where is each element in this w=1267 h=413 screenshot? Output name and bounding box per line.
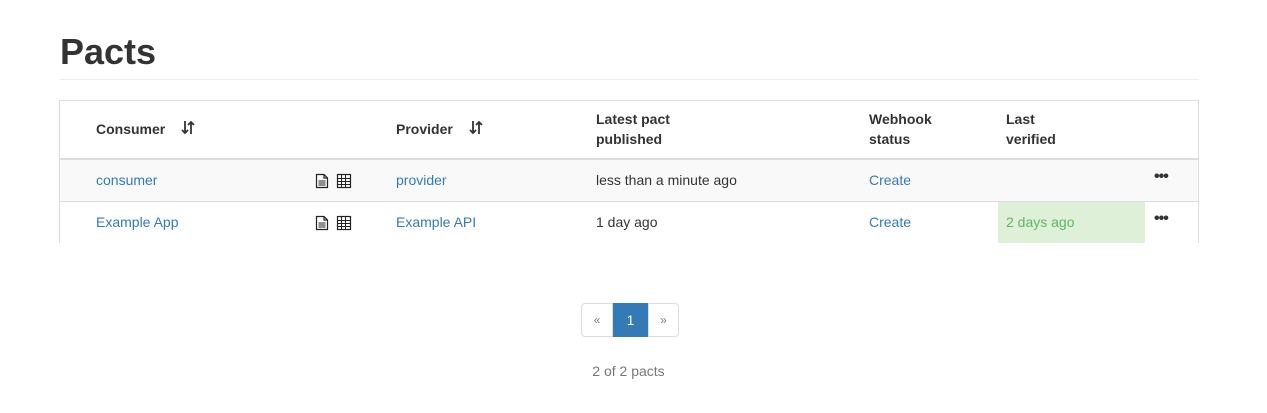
sort-icon[interactable]	[181, 120, 195, 140]
latest-pact-header-line2: published	[596, 131, 663, 147]
webhook-create-link[interactable]: Create	[869, 160, 911, 201]
ellipsis-icon[interactable]: •••	[1154, 160, 1169, 201]
pagination-page-1[interactable]: 1	[613, 303, 648, 337]
table-row: consumer provider less than a minute ago…	[60, 160, 1198, 202]
table-icon[interactable]	[336, 215, 352, 231]
consumer-header-label: Consumer	[96, 121, 166, 137]
table-header: Consumer Provider Latest pact published …	[60, 101, 1198, 160]
sort-icon[interactable]	[469, 120, 483, 140]
latest-pact-header-line1: Latest pact	[596, 111, 670, 127]
webhook-header-line1: Webhook	[869, 111, 932, 127]
provider-header[interactable]: Provider	[396, 119, 483, 140]
consumer-link[interactable]: Example App	[96, 202, 179, 243]
pagination-next[interactable]: »	[648, 303, 679, 337]
consumer-header[interactable]: Consumer	[96, 119, 195, 140]
pagination: « 1 »	[581, 303, 679, 337]
provider-link[interactable]: Example API	[396, 202, 476, 243]
consumer-link[interactable]: consumer	[96, 160, 157, 201]
provider-header-label: Provider	[396, 121, 453, 137]
pact-actions	[314, 160, 352, 201]
pacts-table: Consumer Provider Latest pact published …	[59, 100, 1199, 243]
latest-published-value: less than a minute ago	[596, 172, 737, 188]
pagination-prev[interactable]: «	[581, 303, 613, 337]
pact-actions	[314, 202, 352, 243]
document-icon[interactable]	[314, 215, 330, 231]
latest-pact-header: Latest pact published	[596, 109, 670, 149]
table-row: Example App Example API 1 day ago Create…	[60, 202, 1198, 243]
ellipsis-icon[interactable]: •••	[1154, 202, 1169, 243]
provider-link[interactable]: provider	[396, 160, 447, 201]
last-verified-value	[998, 160, 1145, 201]
page-title: Pacts	[60, 31, 157, 72]
webhook-header-line2: status	[869, 131, 911, 147]
last-verified-value: 2 days ago	[998, 202, 1145, 243]
result-count: 2 of 2 pacts	[592, 363, 665, 379]
latest-published-value: 1 day ago	[596, 214, 658, 230]
table-icon[interactable]	[336, 173, 352, 189]
webhook-header: Webhook status	[869, 109, 932, 149]
last-verified-header-line2: verified	[1006, 131, 1056, 147]
title-divider	[60, 79, 1199, 80]
document-icon[interactable]	[314, 173, 330, 189]
webhook-create-link[interactable]: Create	[869, 202, 911, 243]
last-verified-header: Last verified	[1006, 109, 1056, 149]
last-verified-header-line1: Last	[1006, 111, 1035, 127]
